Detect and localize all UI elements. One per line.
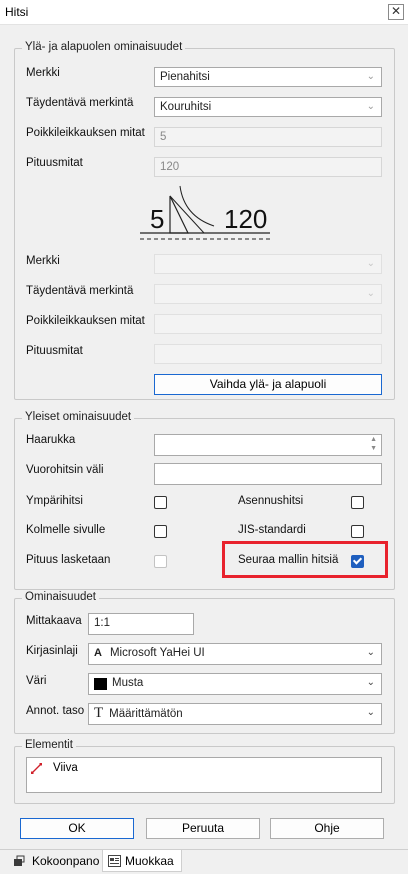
chevron-down-icon: ⌄ <box>366 101 375 112</box>
vuorohitsi-field[interactable] <box>154 463 382 485</box>
general-properties-label: Yleiset ominaisuudet <box>22 411 135 423</box>
lower-pituus-label: Pituusmitat <box>26 345 83 357</box>
ymparihitsi-checkbox[interactable] <box>154 496 167 509</box>
chevron-down-icon: ⌄ <box>366 647 375 658</box>
ok-button[interactable]: OK <box>20 818 134 839</box>
window-title: Hitsi <box>5 5 29 19</box>
kirjasinlaji-label: Kirjasinlaji <box>26 645 78 657</box>
vuorohitsi-label: Vuorohitsin väli <box>26 464 104 476</box>
font-icon: A <box>94 647 102 659</box>
tab-muokkaa[interactable]: Muokkaa <box>102 850 182 872</box>
close-icon: ✕ <box>390 4 402 18</box>
vari-label: Väri <box>26 675 47 687</box>
upper-pituus-label: Pituusmitat <box>26 157 83 169</box>
haarukka-field[interactable]: ▲ ▼ <box>154 434 382 456</box>
ymparihitsi-label: Ympärihitsi <box>26 495 83 507</box>
annot-taso-label: Annot. taso <box>26 705 85 717</box>
chevron-down-icon: ⌄ <box>366 258 375 269</box>
lower-poikki-field[interactable] <box>154 314 382 334</box>
chevron-down-icon: ⌄ <box>366 288 375 299</box>
seuraa-mallin-hitsia-label: Seuraa mallin hitsiä <box>238 554 339 566</box>
upper-pituus-field[interactable]: 120 <box>154 157 382 177</box>
weld-arrow-line <box>169 195 205 234</box>
upper-merkki-label: Merkki <box>26 67 60 79</box>
mittakaava-field[interactable]: 1:1 <box>88 613 194 635</box>
close-button[interactable]: ✕ <box>388 4 404 20</box>
kirjasinlaji-select[interactable]: A Microsoft YaHei UI ⌄ <box>88 643 382 665</box>
fillet-triangle <box>169 195 189 234</box>
jis-standardi-checkbox[interactable] <box>351 525 364 538</box>
elements-list[interactable]: Viiva <box>26 757 382 793</box>
pituus-lasketaan-checkbox[interactable] <box>154 555 167 568</box>
spin-down-icon[interactable]: ▼ <box>370 445 377 452</box>
assembly-icon <box>14 855 25 866</box>
lower-pituus-field[interactable] <box>154 344 382 364</box>
weld-flag-curve <box>179 185 215 227</box>
lower-taydentava-label: Täydentävä merkintä <box>26 285 134 297</box>
edit-icon <box>108 855 121 867</box>
title-bar: Hitsi ✕ <box>0 0 408 25</box>
elements-label: Elementit <box>22 739 76 751</box>
line-icon <box>31 763 42 774</box>
chevron-down-icon: ⌄ <box>366 707 375 718</box>
help-button[interactable]: Ohje <box>270 818 384 839</box>
vari-select[interactable]: Musta ⌄ <box>88 673 382 695</box>
annot-taso-select[interactable]: T Määrittämätön ⌄ <box>88 703 382 725</box>
kolmelle-sivulle-checkbox[interactable] <box>154 525 167 538</box>
tab-kokoonpano[interactable]: Kokoonpano <box>10 850 102 872</box>
swap-sides-button[interactable]: Vaihda ylä- ja alapuoli <box>154 374 382 395</box>
top-bottom-properties-label: Ylä- ja alapuolen ominaisuudet <box>22 41 186 53</box>
upper-poikki-field[interactable]: 5 <box>154 127 382 147</box>
haarukka-label: Haarukka <box>26 434 76 446</box>
asennushitsi-label: Asennushitsi <box>238 495 304 507</box>
chevron-down-icon: ⌄ <box>366 71 375 82</box>
weld-symbol-preview: 5 120 <box>140 185 270 240</box>
mittakaava-label: Mittakaava <box>26 615 82 627</box>
weld-size-text: 5 <box>150 204 164 234</box>
bottom-tab-bar: Kokoonpano Muokkaa <box>0 849 408 874</box>
color-swatch <box>94 678 107 690</box>
upper-poikki-label: Poikkileikkauksen mitat <box>26 127 145 139</box>
asennushitsi-checkbox[interactable] <box>351 496 364 509</box>
upper-taydentava-label: Täydentävä merkintä <box>26 97 134 109</box>
lower-merkki-label: Merkki <box>26 255 60 267</box>
pituus-lasketaan-label: Pituus lasketaan <box>26 554 111 566</box>
cancel-button[interactable]: Peruuta <box>146 818 260 839</box>
upper-taydentava-select[interactable]: Kouruhitsi ⌄ <box>154 97 382 117</box>
jis-standardi-label: JIS-standardi <box>238 524 306 536</box>
kolmelle-sivulle-label: Kolmelle sivulle <box>26 524 106 536</box>
lower-poikki-label: Poikkileikkauksen mitat <box>26 315 145 327</box>
lower-merkki-select[interactable]: ⌄ <box>154 254 382 274</box>
text-layer-icon: T <box>94 705 104 721</box>
properties-label: Ominaisuudet <box>22 591 99 603</box>
upper-merkki-select[interactable]: Pienahitsi ⌄ <box>154 67 382 87</box>
lower-taydentava-select[interactable]: ⌄ <box>154 284 382 304</box>
spin-up-icon[interactable]: ▲ <box>370 436 377 443</box>
weld-length-text: 120 <box>224 204 267 234</box>
seuraa-mallin-hitsia-checkbox[interactable] <box>351 555 364 568</box>
chevron-down-icon: ⌄ <box>366 677 375 688</box>
